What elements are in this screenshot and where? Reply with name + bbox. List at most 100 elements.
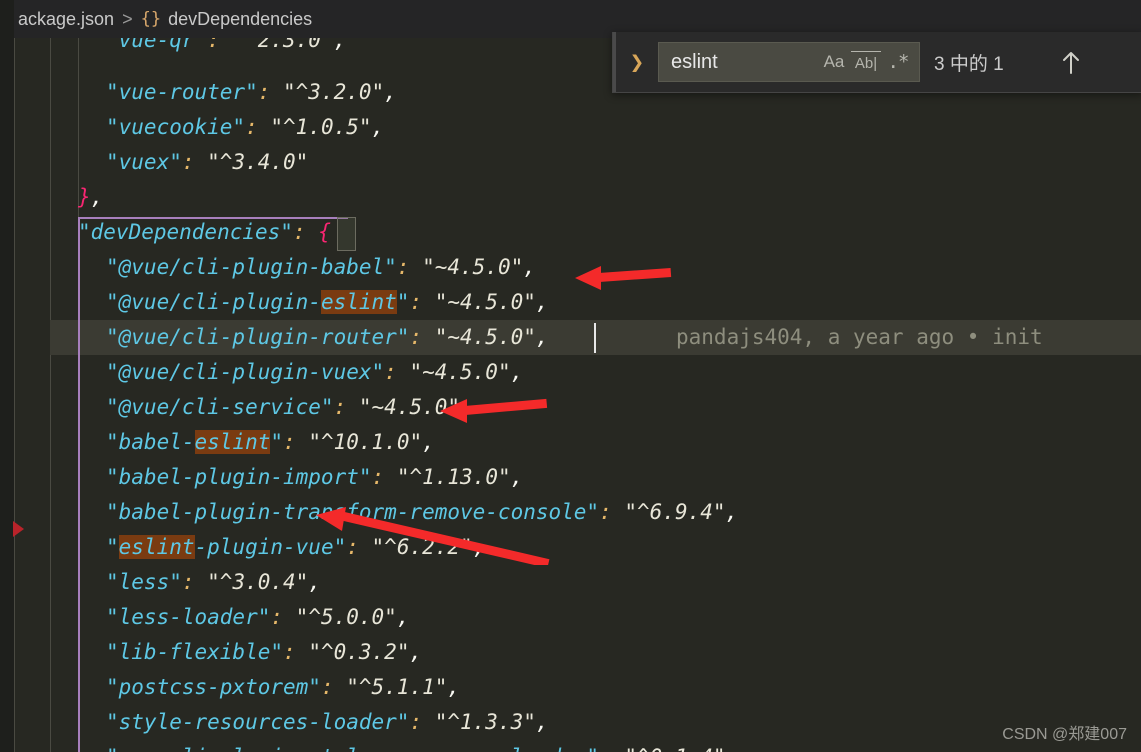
code-token: : [396,255,423,279]
code-token: "babel-plugin-transform-remove-console" [106,500,600,524]
code-line-text: "lib-flexible": "^0.3.2", [0,635,422,670]
code-token: "^6.2.2" [371,535,473,559]
find-widget[interactable]: ❯ eslint Aa Ab| .* 3 中的 1 [612,32,1141,93]
match-case-icon[interactable]: Aa [819,48,849,76]
code-line[interactable]: "style-resources-loader": "^1.3.3", [0,705,549,740]
code-token: "lib-flexible" [106,640,284,664]
code-line[interactable]: "vue-cli-plugin-style-resources-loader":… [0,740,738,752]
code-token: "babel-plugin-import" [106,465,372,489]
search-match-highlight: eslint [118,535,195,559]
toggle-replace-icon[interactable]: ❯ [622,48,652,76]
code-line-text: "vue-router": "^3.2.0", [0,75,397,110]
code-token: : [283,430,309,454]
code-line[interactable]: "vuecookie": "^1.0.5", [0,110,384,145]
code-line[interactable]: "babel-eslint": "^10.1.0", [0,425,435,460]
code-token: : [599,745,624,752]
code-token: : [270,605,296,629]
text-cursor [594,323,596,353]
code-token: "~4.5.0" [434,325,536,349]
code-token: "^1.0.5" [270,115,372,139]
code-token: : [333,395,359,419]
code-token: , [510,465,524,489]
code-token: { [318,220,331,244]
code-token: : [409,710,435,734]
code-token: , [523,255,536,279]
code-token: : [371,465,397,489]
find-widget-accent-bar [613,32,616,92]
code-line[interactable]: "devDependencies": { [0,215,331,250]
breadcrumb-symbol[interactable]: devDependencies [168,9,312,30]
code-token: -plugin-vue" [194,535,347,559]
code-line-text: "eslint-plugin-vue": "^6.2.2", [0,530,485,565]
code-token: "vue-cli-plugin-style-resources-loader" [106,745,599,752]
code-line-text: "postcss-pxtorem": "^5.1.1", [0,670,460,705]
code-line[interactable]: "less": "^3.0.4", [0,565,321,600]
whole-word-icon[interactable]: Ab| [851,51,881,73]
code-token: : [409,290,435,314]
code-token: "vuecookie" [106,115,246,139]
code-token: "@vue/cli-plugin-router" [106,325,410,349]
chevron-right-icon: > [122,8,133,29]
code-token: "style-resources-loader" [106,710,410,734]
code-token: , [472,535,486,559]
code-line[interactable]: "vuex": "^3.4.0" [0,145,308,180]
code-token: , [422,430,435,454]
find-input-wrapper[interactable]: eslint Aa Ab| .* [658,42,920,82]
code-line-text: "less": "^3.0.4", [0,565,321,600]
code-line[interactable]: "@vue/cli-plugin-babel": "~4.5.0", [0,250,536,285]
code-token: "~4.5.0" [409,360,511,384]
code-line-text: "@vue/cli-plugin-babel": "~4.5.0", [0,250,536,285]
code-line[interactable]: "babel-plugin-import": "^1.13.0", [0,460,523,495]
code-editor[interactable]: "vue-qr": "^2.3.0", "vue-router": "^3.2.0… [0,27,1141,752]
code-line-text: "babel-plugin-import": "^1.13.0", [0,460,523,495]
code-token: , [90,185,104,209]
code-token: "^3.4.0" [207,150,309,174]
code-token: } [78,185,91,209]
code-token: , [726,745,739,752]
code-line-text: "@vue/cli-plugin-router": "~4.5.0", [0,320,549,355]
use-regex-icon[interactable]: .* [883,48,913,76]
code-line[interactable]: "vue-router": "^3.2.0", [0,75,397,110]
code-token: : [346,535,372,559]
code-line[interactable]: "@vue/cli-plugin-eslint": "~4.5.0", [0,285,549,320]
code-token: "vuex" [106,150,182,174]
code-token: : [283,640,309,664]
code-line[interactable]: "lib-flexible": "^0.3.2", [0,635,422,670]
search-match-highlight: eslint [320,290,397,314]
code-token: "postcss-pxtorem" [106,675,321,699]
code-line[interactable]: "eslint-plugin-vue": "^6.2.2", [0,530,485,565]
code-token: , [308,570,321,594]
vscode-editor-screenshot: "vue-qr": "^2.3.0", "vue-router": "^3.2.0… [0,0,1141,752]
code-line[interactable]: }, [0,180,103,215]
code-token: "~4.5.0" [422,255,524,279]
code-line[interactable]: "@vue/cli-plugin-vuex": "~4.5.0", [0,355,523,390]
code-token: "babel- [106,430,195,454]
code-lines-container[interactable]: "vue-qr": "^2.3.0", "vue-router": "^3.2.0… [0,27,1141,752]
search-match-highlight: eslint [194,430,271,454]
code-line[interactable]: "postcss-pxtorem": "^5.1.1", [0,670,460,705]
code-line-text: "style-resources-loader": "^1.3.3", [0,705,549,740]
code-token: "less-loader" [106,605,271,629]
code-line-text: "babel-eslint": "^10.1.0", [0,425,435,460]
code-token: " [106,535,119,559]
code-line-text: "less-loader": "^5.0.0", [0,600,409,635]
previous-match-icon[interactable] [1056,47,1086,77]
code-token: "@vue/cli-plugin-vuex" [106,360,385,384]
code-token: , [371,115,385,139]
code-token: "@vue/cli-service" [106,395,334,419]
code-line[interactable]: "@vue/cli-plugin-router": "~4.5.0", [0,320,549,355]
code-token: , [535,710,549,734]
code-line[interactable]: "less-loader": "^5.0.0", [0,600,409,635]
code-line-text: "devDependencies": { [0,215,331,250]
code-line[interactable]: "babel-plugin-transform-remove-console":… [0,495,738,530]
code-line[interactable]: "@vue/cli-service": "~4.5.0", [0,390,473,425]
code-token: : [257,80,284,104]
object-braces-icon: {} [140,9,162,29]
breadcrumb-file[interactable]: ackage.json [18,9,114,30]
code-token: : [292,220,319,244]
search-input[interactable]: eslint [659,51,817,74]
code-token: "^3.2.0" [283,80,385,104]
code-token: : [384,360,410,384]
code-token: "@vue/cli-plugin-babel" [106,255,397,279]
code-line-text: "@vue/cli-plugin-vuex": "~4.5.0", [0,355,523,390]
